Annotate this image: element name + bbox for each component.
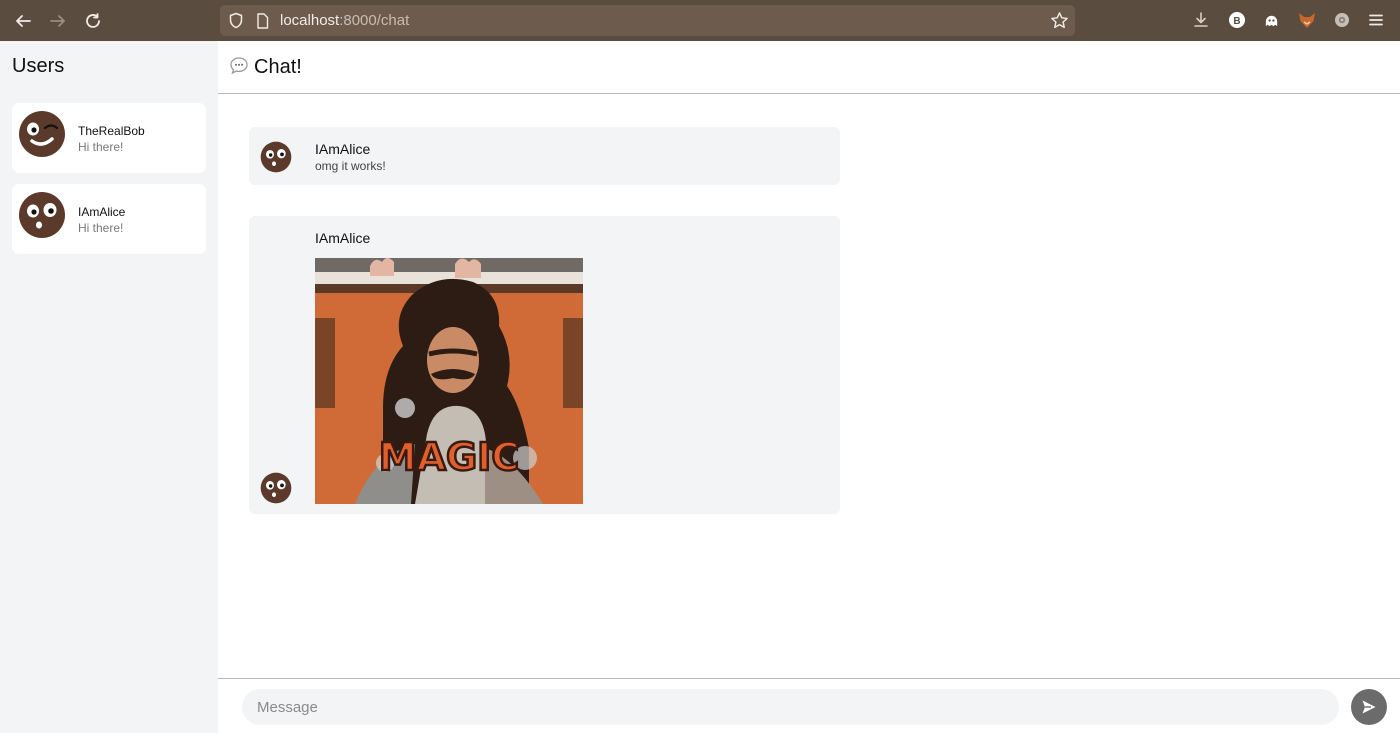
sidebar-title: Users (12, 55, 65, 77)
url-host: localhost (280, 12, 340, 29)
chat-bubble-icon (230, 57, 248, 75)
message-composer (218, 678, 1400, 733)
users-sidebar: Users TheRealBob Hi there! IAmAlice Hi t… (0, 41, 218, 733)
download-icon[interactable] (1192, 11, 1210, 29)
back-button[interactable] (11, 9, 35, 33)
star-icon[interactable] (1050, 11, 1069, 30)
message-bubble: IAmAlice MAGIC (249, 216, 840, 514)
extension-ghost-icon[interactable] (1263, 12, 1280, 29)
chat-title: Chat! (254, 56, 302, 78)
avatar (19, 111, 65, 157)
back-icon (16, 15, 31, 27)
user-name: TheRealBob (78, 124, 145, 138)
browser-toolbar: localhost:8000/chat B (0, 0, 1400, 41)
reload-icon (86, 13, 100, 28)
menu-icon[interactable] (1368, 12, 1384, 28)
extension-fox-icon[interactable] (1297, 10, 1317, 30)
message-bubble: IAmAlice omg it works! (249, 127, 840, 185)
svg-text:B: B (1233, 16, 1240, 27)
message-text: omg it works! (315, 159, 386, 173)
user-card-therealbob[interactable]: TheRealBob Hi there! (12, 103, 206, 173)
message-gif[interactable]: MAGIC (315, 258, 583, 504)
user-card-iamalice[interactable]: IAmAlice Hi there! (12, 184, 206, 254)
avatar (260, 141, 292, 173)
shield-icon (229, 12, 243, 29)
avatar (19, 192, 65, 238)
user-name: IAmAlice (78, 205, 126, 219)
reload-button[interactable] (81, 9, 105, 33)
message-author: IAmAlice (315, 230, 371, 246)
user-last-message: Hi there! (78, 140, 124, 154)
forward-icon (50, 15, 65, 27)
extension-gear-icon[interactable] (1333, 11, 1351, 29)
chat-panel: Chat! IAmAlice omg it works! IAmAlice MA… (218, 41, 1400, 733)
url-text: localhost:8000/chat (280, 12, 409, 29)
message-input[interactable] (242, 689, 1339, 725)
send-button[interactable] (1351, 689, 1387, 725)
gif-caption: MAGIC (379, 435, 519, 479)
extension-b-icon[interactable]: B (1228, 11, 1246, 29)
forward-button[interactable] (46, 9, 70, 33)
url-bar[interactable]: localhost:8000/chat (220, 5, 1075, 36)
message-author: IAmAlice (315, 141, 371, 157)
page-icon (257, 13, 269, 29)
chat-header: Chat! (218, 41, 1400, 94)
url-path: :8000/chat (339, 12, 410, 29)
avatar (260, 472, 292, 504)
user-last-message: Hi there! (78, 221, 124, 235)
send-icon (1362, 700, 1376, 714)
